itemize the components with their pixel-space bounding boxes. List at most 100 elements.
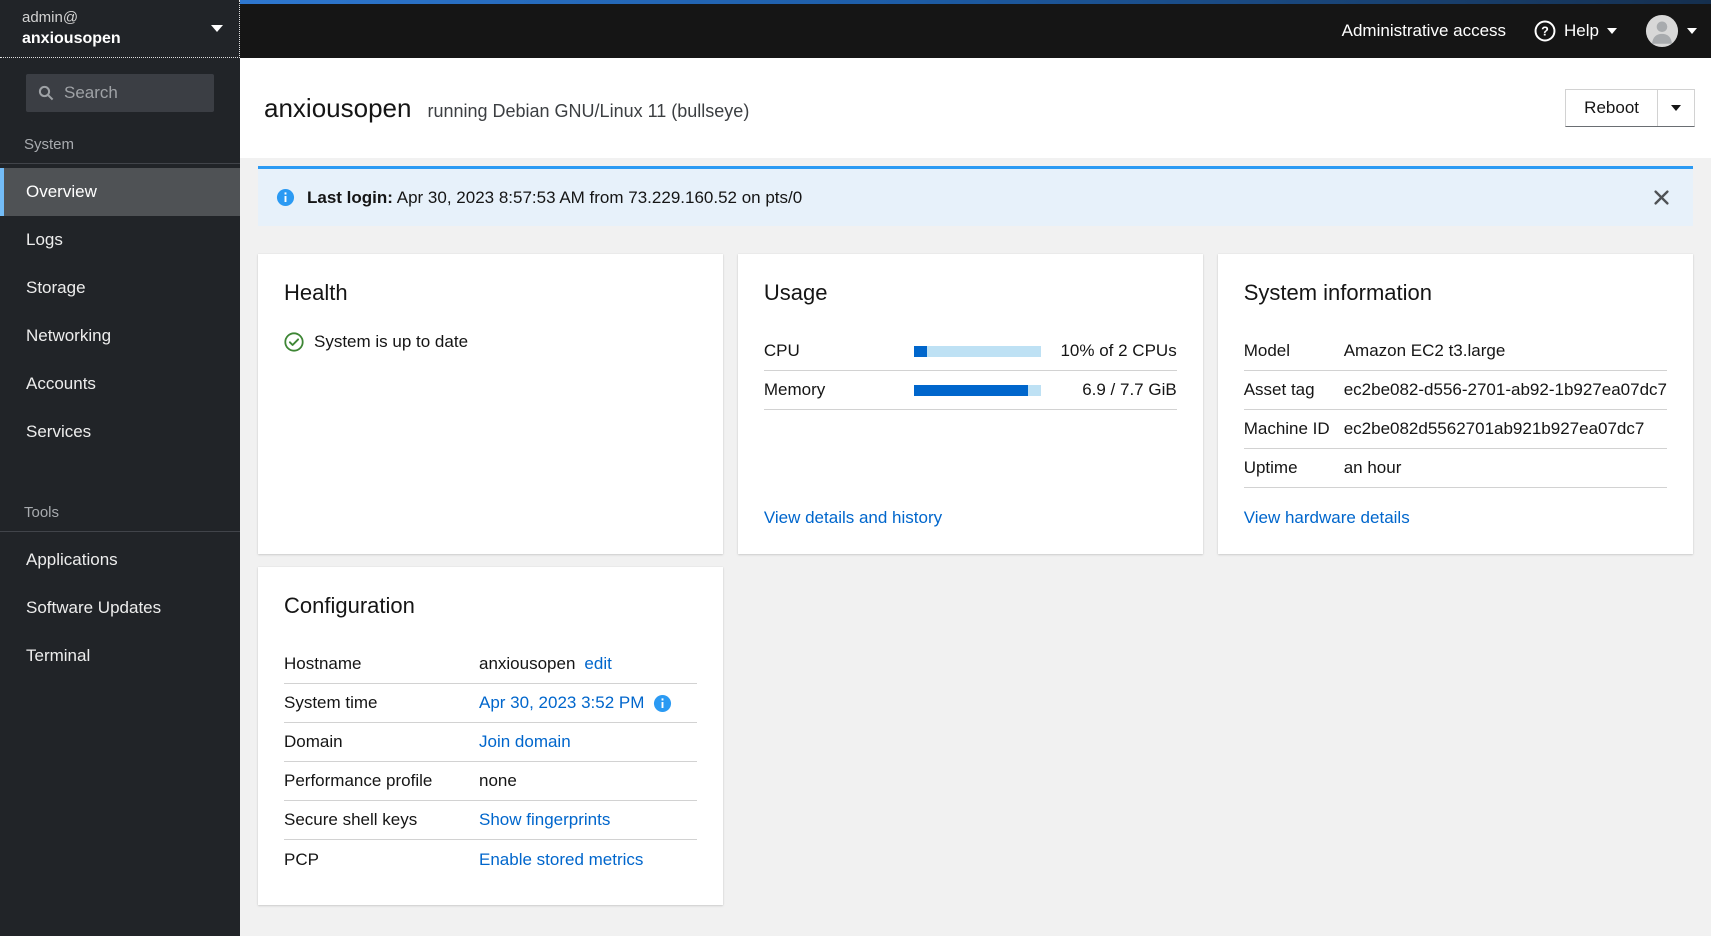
config-row-value: Apr 30, 2023 3:52 PM bbox=[479, 693, 672, 713]
config-row-value: Show fingerprints bbox=[479, 810, 610, 830]
help-label: Help bbox=[1564, 21, 1599, 40]
sysinfo-row-label: Asset tag bbox=[1243, 380, 1315, 399]
usage-details-link[interactable]: View details and history bbox=[764, 508, 942, 528]
sysinfo-row-label: Model bbox=[1243, 341, 1291, 360]
system-information-card-title: System information bbox=[1243, 280, 1432, 305]
question-circle-icon: ? bbox=[1534, 20, 1556, 42]
progress-bar-fill bbox=[913, 384, 1029, 396]
sidebar-item-overview[interactable]: Overview bbox=[0, 168, 240, 216]
reboot-split-button: Reboot bbox=[1565, 89, 1695, 127]
alert-text: Last login: Apr 30, 2023 8:57:53 AM from… bbox=[307, 188, 802, 208]
help-menu-button[interactable]: ? Help bbox=[1534, 20, 1617, 42]
usage-row-label: Memory bbox=[763, 380, 826, 399]
sidebar-item-accounts[interactable]: Accounts bbox=[0, 360, 240, 408]
config-row-value: Enable stored metrics bbox=[479, 850, 643, 870]
health-status-row: System is up to date bbox=[284, 332, 697, 352]
sidebar-item-terminal[interactable]: Terminal bbox=[0, 632, 240, 680]
chevron-down-icon bbox=[1671, 105, 1681, 111]
sidebar-item-storage[interactable]: Storage bbox=[0, 264, 240, 312]
sysinfo-row-value: an hour bbox=[1343, 458, 1402, 477]
chevron-down-icon bbox=[1607, 28, 1617, 34]
sysinfo-row-uptime: Uptime an hour bbox=[1243, 449, 1667, 488]
config-row-domain: Domain Join domain bbox=[284, 723, 697, 762]
usage-row-value: 10% of 2 CPUs bbox=[1060, 341, 1177, 360]
configuration-rows: Hostname anxiousopen edit System time Apr 30… bbox=[284, 645, 697, 879]
usage-row-cpu: CPU 10% of 2 CPUs bbox=[763, 332, 1177, 371]
config-row-label: Secure shell keys bbox=[284, 810, 418, 829]
usage-card: Usage CPU 10% of 2 CPUs Memory 6.9 / 7.7 Gi… bbox=[737, 254, 1203, 554]
usage-row-label: CPU bbox=[763, 341, 800, 360]
sidebar: admin@ anxiousopen Search System Overview… bbox=[0, 0, 240, 936]
config-row-secure-shell-keys: Secure shell keys Show fingerprints bbox=[284, 801, 697, 840]
nav-section-system: System Overview Logs Storage Networking Accou… bbox=[0, 128, 240, 456]
cockpit-page: admin@ anxiousopen Search System Overview… bbox=[0, 0, 1711, 936]
sysinfo-row-label: Uptime bbox=[1243, 458, 1298, 477]
nav-section-title: Tools bbox=[0, 496, 240, 532]
configuration-card-title: Configuration bbox=[284, 593, 415, 618]
config-row-text: anxiousopen bbox=[479, 654, 576, 673]
config-row-performance-profile: Performance profile none bbox=[284, 762, 697, 801]
info-circle-icon bbox=[276, 188, 295, 207]
config-row-value: Join domain bbox=[479, 732, 571, 752]
config-row-link[interactable]: edit bbox=[584, 654, 611, 674]
page-header: anxiousopen running Debian GNU/Linux 11 … bbox=[240, 58, 1711, 158]
sysinfo-row-machine-id: Machine ID ec2be082d5562701ab921b927ea07d… bbox=[1243, 410, 1667, 449]
config-row-value: anxiousopen edit bbox=[479, 654, 612, 674]
usage-row-memory: Memory 6.9 / 7.7 GiB bbox=[763, 371, 1177, 410]
reboot-dropdown-toggle[interactable] bbox=[1658, 90, 1694, 126]
config-row-label: Domain bbox=[284, 732, 343, 751]
close-alert-button[interactable] bbox=[1648, 184, 1675, 211]
chevron-down-icon bbox=[211, 25, 223, 32]
sysinfo-row-model: Model Amazon EC2 t3.large bbox=[1243, 332, 1667, 371]
config-row-label: System time bbox=[284, 693, 378, 712]
config-row-link[interactable]: Show fingerprints bbox=[479, 810, 610, 830]
search-area: Search bbox=[0, 58, 240, 112]
sidebar-item-networking[interactable]: Networking bbox=[0, 312, 240, 360]
config-row-text: none bbox=[479, 771, 517, 790]
usage-row-value: 6.9 / 7.7 GiB bbox=[1082, 380, 1177, 399]
hardware-details-link[interactable]: View hardware details bbox=[1244, 508, 1410, 528]
page-title: anxiousopen bbox=[264, 92, 412, 123]
main-area: Administrative access ? Help anxiousopen… bbox=[240, 0, 1711, 936]
system-information-card: System information Model Amazon EC2 t3.la… bbox=[1217, 254, 1693, 554]
masthead: Administrative access ? Help bbox=[240, 0, 1711, 58]
host-switcher[interactable]: admin@ anxiousopen bbox=[0, 0, 240, 58]
cards-grid: Health System is up to date Usage CPU 10%… bbox=[258, 254, 1693, 905]
usage-card-title: Usage bbox=[763, 280, 828, 305]
chevron-down-icon bbox=[1687, 28, 1697, 34]
progress-bar bbox=[913, 384, 1041, 396]
sidebar-item-applications[interactable]: Applications bbox=[0, 536, 240, 584]
session-menu-button[interactable] bbox=[1645, 14, 1697, 48]
config-row-label: Performance profile bbox=[284, 771, 433, 790]
health-card: Health System is up to date bbox=[258, 254, 723, 554]
config-row-label: Hostname bbox=[284, 654, 362, 673]
config-row-hostname: Hostname anxiousopen edit bbox=[284, 645, 697, 684]
nav-section-tools: Tools Applications Software Updates Termina… bbox=[0, 496, 240, 680]
os-description: running Debian GNU/Linux 11 (bullseye) bbox=[427, 100, 750, 121]
progress-bar bbox=[913, 345, 1041, 357]
alert-message: Apr 30, 2023 8:57:53 AM from 73.229.160.… bbox=[396, 187, 803, 207]
administrative-access-button[interactable]: Administrative access bbox=[1342, 21, 1506, 41]
masthead-toolbar: Administrative access ? Help bbox=[1342, 14, 1697, 48]
host-switcher-user: admin@ bbox=[22, 8, 79, 26]
configuration-card: Configuration Hostname anxiousopen edit Sys… bbox=[258, 567, 723, 905]
health-card-title: Health bbox=[284, 280, 348, 305]
sidebar-item-logs[interactable]: Logs bbox=[0, 216, 240, 264]
sysinfo-row-value: Amazon EC2 t3.large bbox=[1343, 341, 1506, 360]
usage-rows: CPU 10% of 2 CPUs Memory 6.9 / 7.7 GiB bbox=[763, 332, 1177, 410]
config-row-label: PCP bbox=[284, 849, 319, 869]
config-row-system-time: System time Apr 30, 2023 3:52 PM bbox=[284, 684, 697, 723]
host-switcher-text: admin@ anxiousopen bbox=[22, 8, 121, 50]
sidebar-item-services[interactable]: Services bbox=[0, 408, 240, 456]
sidebar-item-software-updates[interactable]: Software Updates bbox=[0, 584, 240, 632]
check-circle-icon bbox=[284, 332, 304, 352]
sidebar-nav: System Overview Logs Storage Networking Accou… bbox=[0, 112, 240, 936]
config-row-link[interactable]: Join domain bbox=[479, 732, 571, 752]
config-row-pcp: PCP Enable stored metrics bbox=[284, 840, 697, 879]
reboot-button[interactable]: Reboot bbox=[1566, 90, 1658, 126]
search-input[interactable]: Search bbox=[26, 74, 214, 112]
sysinfo-row-value: ec2be082d5562701ab921b927ea07dc7 bbox=[1343, 419, 1645, 438]
config-row-link[interactable]: Enable stored metrics bbox=[479, 850, 643, 870]
host-switcher-host: anxiousopen bbox=[22, 29, 121, 47]
config-row-link[interactable]: Apr 30, 2023 3:52 PM bbox=[479, 693, 644, 713]
